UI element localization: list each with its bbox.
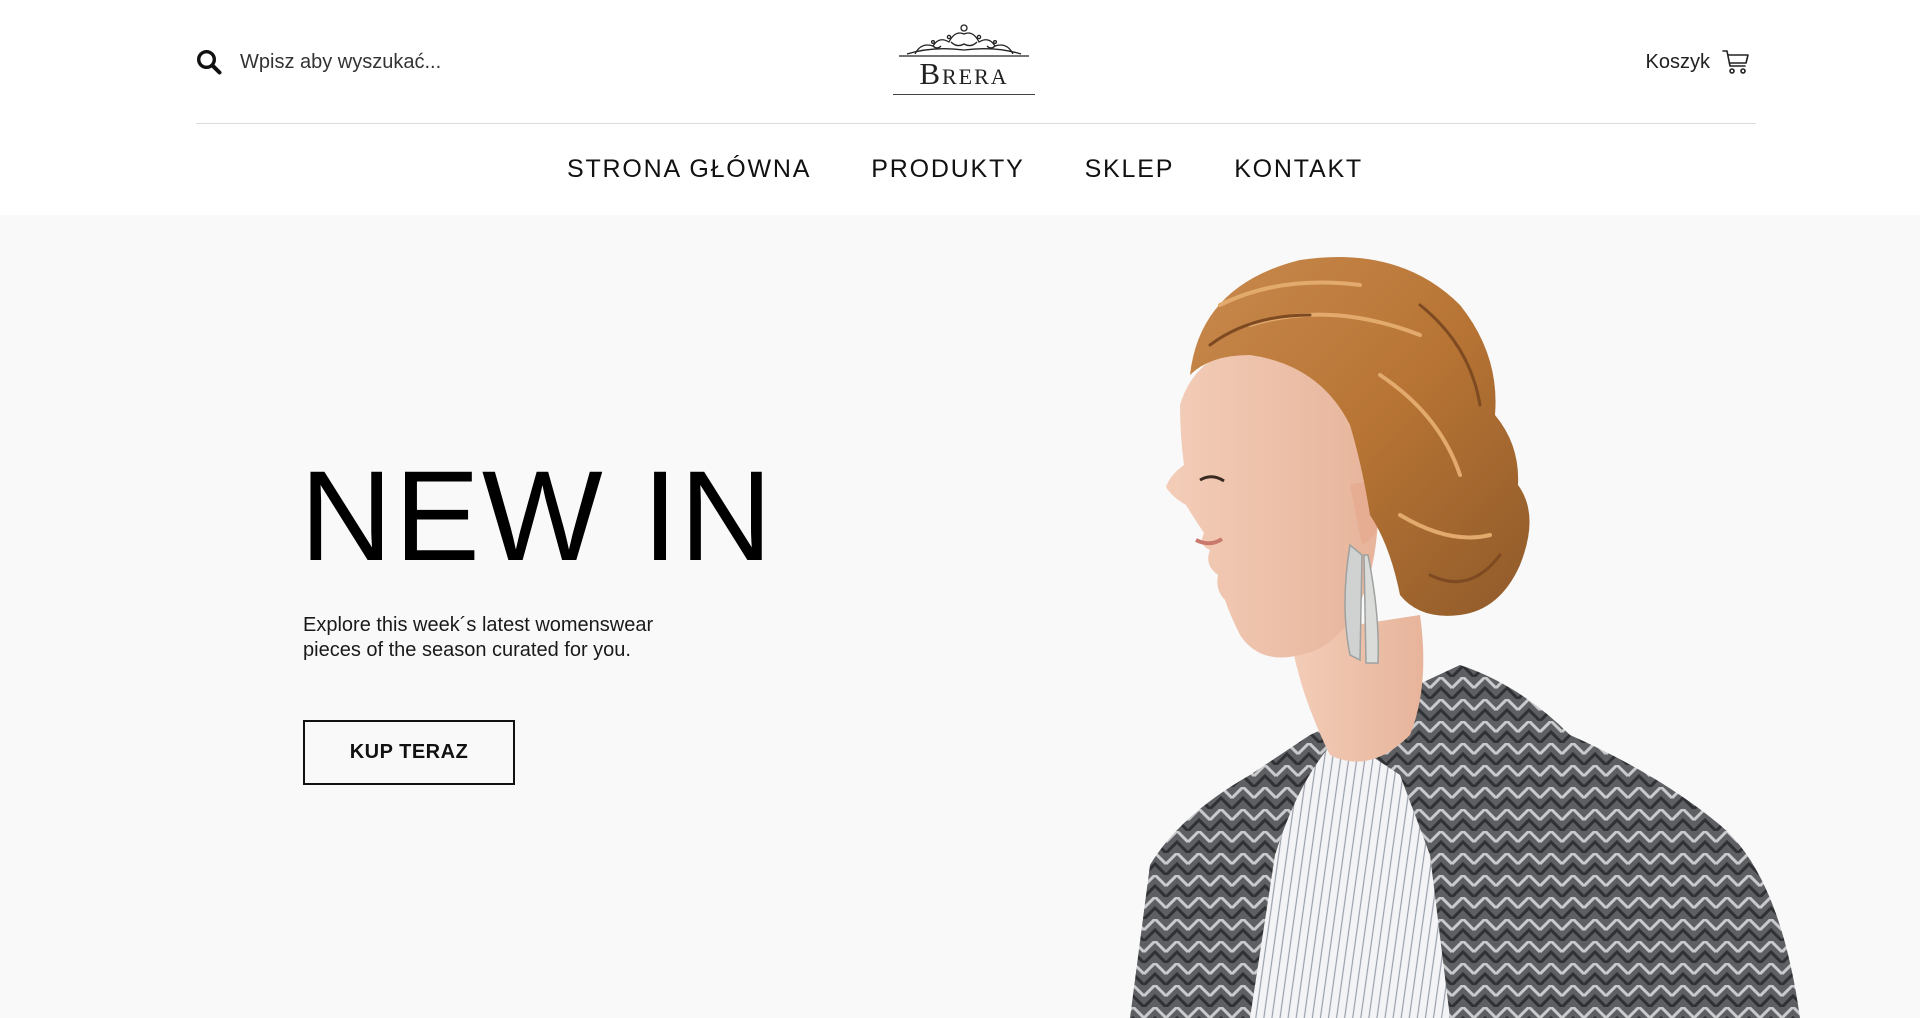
hero-description-line-1: Explore this week´s latest womenswear [303,614,654,636]
crown-ornament-icon [899,24,1029,57]
hero-banner: NEW IN Explore this week´s latest womens… [0,215,1920,1018]
logo-wordmark: Brera [893,58,1035,89]
logo-text: Brera [919,56,1009,91]
nav-item-home[interactable]: STRONA GŁÓWNA [567,155,811,184]
cart-icon [1722,48,1750,76]
search-bar [196,46,540,78]
hero-model-image [1130,257,1800,1018]
search-input[interactable] [240,47,540,77]
logo-underline [893,94,1035,95]
main-navigation: STRONA GŁÓWNA PRODUKTY SKLEP KONTAKT [0,124,1920,215]
shop-now-button[interactable]: KUP TERAZ [303,720,515,785]
hero-description: Explore this week´s latest womenswear pi… [303,613,703,663]
nav-item-shop[interactable]: SKLEP [1085,155,1175,184]
hero-description-line-2: pieces of the season curated for you. [303,639,631,661]
search-icon[interactable] [196,49,222,75]
brand-logo[interactable]: Brera [893,20,1035,98]
header-topbar: Brera Koszyk [196,0,1756,124]
hero-title: NEW IN [300,445,775,588]
site-header: Brera Koszyk STRONA GŁÓWNA PRODUKTY SKL [0,0,1920,215]
cart-label: Koszyk [1645,50,1710,73]
nav-item-products[interactable]: PRODUKTY [871,155,1024,184]
nav-item-contact[interactable]: KONTAKT [1234,155,1363,184]
cart-button[interactable]: Koszyk [1646,46,1750,78]
